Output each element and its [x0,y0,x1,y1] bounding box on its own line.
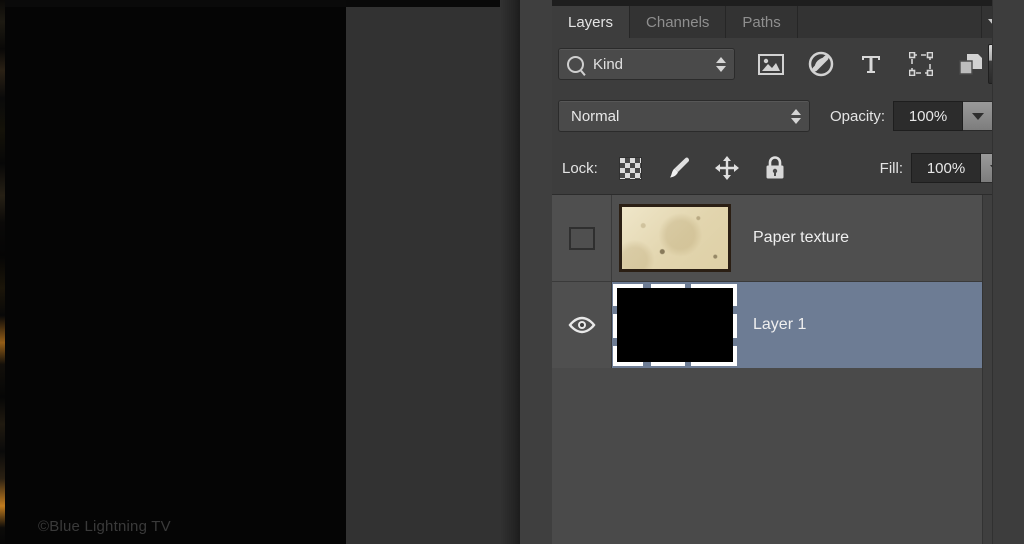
panel-right-edge [992,0,1024,544]
layer-thumbnail-layer-1[interactable] [612,282,737,368]
eye-visible-icon [568,316,595,334]
blend-mode-value: Normal [571,107,620,125]
blend-mode-dropdown[interactable]: Normal [558,100,810,132]
eye-hidden-icon [568,226,595,250]
photoshop-workspace: ©Blue Lightning TV Layers Channels Paths [0,0,1024,544]
tab-layers-label: Layers [568,13,614,31]
lock-row: Lock: Fill: 100% [552,142,1024,194]
blend-stepper-icon[interactable] [791,108,801,124]
filter-type-buttons [757,50,985,78]
fill-label: Fill: [879,159,903,177]
lock-label: Lock: [562,159,598,177]
chevron-down-icon [972,112,985,120]
tab-channels-label: Channels [646,13,710,31]
workspace-background [346,0,516,544]
stepper-updown-icon[interactable] [716,56,726,72]
layer-row-layer-1[interactable]: Layer 1 [552,282,1024,369]
tab-paths-label: Paths [742,13,781,31]
lock-buttons [618,155,788,181]
document-canvas[interactable]: ©Blue Lightning TV [5,0,346,544]
lock-image-pixels-icon[interactable] [666,155,692,181]
layers-list[interactable]: Paper texture Layer 1 [552,194,1024,544]
adjustment-layer-icon[interactable] [807,50,835,78]
visibility-toggle-paper-texture[interactable] [552,195,612,281]
panel-gutter-shadow [500,0,520,544]
pixel-layer-icon[interactable] [757,50,785,78]
shape-layer-icon[interactable] [907,50,935,78]
tab-layers[interactable]: Layers [552,6,631,38]
canvas-top-edge [5,0,346,7]
search-icon [567,55,584,73]
lock-position-icon[interactable] [714,155,740,181]
opacity-input[interactable]: 100% [893,101,964,131]
filter-kind-label: Kind [593,55,624,73]
layer-filter-row: Kind [552,38,1024,90]
layers-panel: Layers Channels Paths Kind Normal Opacit… [552,0,1024,544]
fill-input[interactable]: 100% [911,153,981,183]
lock-all-icon[interactable] [762,155,788,181]
panel-dock-gutter [520,0,552,544]
panel-tab-bar: Layers Channels Paths [552,6,1024,38]
workspace-top-edge [346,0,516,7]
tab-bar-filler [797,6,982,38]
layers-list-empty-area[interactable] [552,368,1024,544]
lock-transparent-pixels-icon[interactable] [618,155,644,181]
visibility-toggle-layer-1[interactable] [552,282,612,368]
blend-mode-row: Normal Opacity: 100% [552,90,1024,142]
type-layer-icon[interactable] [857,50,885,78]
smart-object-icon[interactable] [957,50,985,78]
opacity-dropdown-button[interactable] [963,101,995,131]
layer-thumbnail-paper-texture[interactable] [612,204,737,272]
layer-name-paper-texture[interactable]: Paper texture [753,229,849,247]
opacity-label: Opacity: [830,107,886,125]
tab-paths[interactable]: Paths [726,6,798,38]
filter-kind-dropdown[interactable]: Kind [558,48,735,80]
tab-channels[interactable]: Channels [630,6,727,38]
layer-name-layer-1[interactable]: Layer 1 [753,316,806,334]
black-layer-thumbnail [612,284,737,366]
paper-texture-thumbnail [618,204,731,272]
layer-row-paper-texture[interactable]: Paper texture [552,195,1024,282]
watermark-text: ©Blue Lightning TV [38,518,171,535]
